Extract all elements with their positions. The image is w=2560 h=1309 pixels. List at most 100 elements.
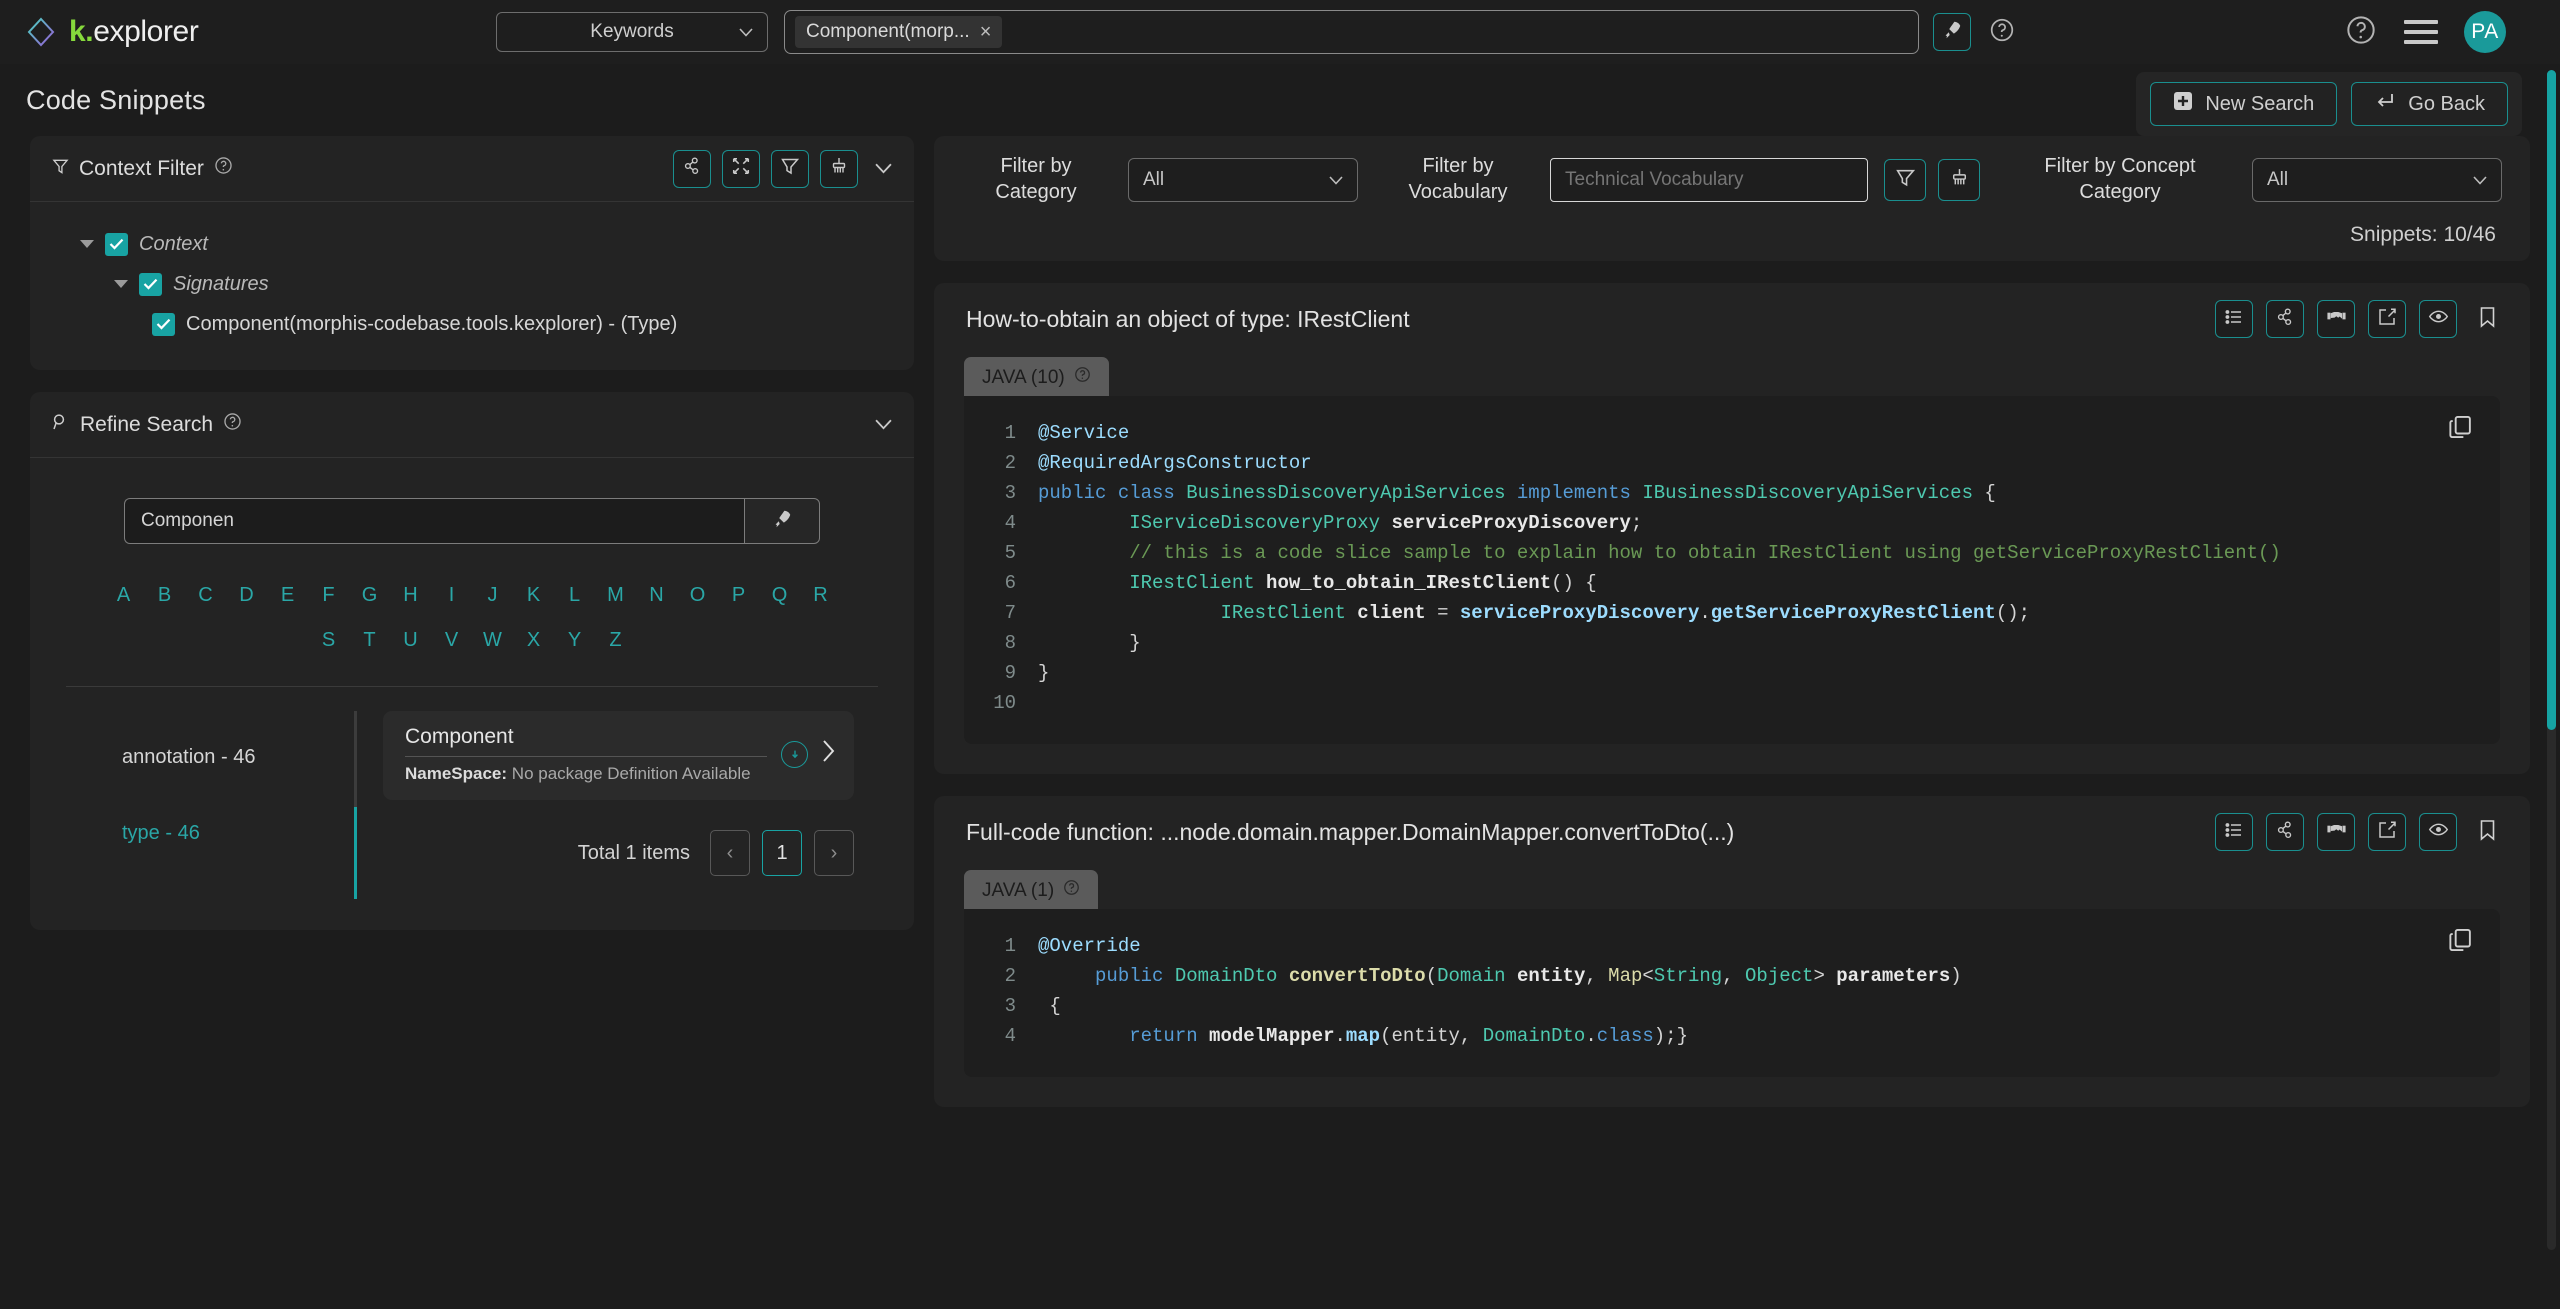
triangle-expand-icon[interactable] xyxy=(114,280,128,288)
copy-button[interactable] xyxy=(2448,927,2474,958)
line-number: 3 xyxy=(1004,482,1016,505)
search-chip[interactable]: Component(morp... × xyxy=(795,16,1003,48)
avatar[interactable]: PA xyxy=(2464,11,2506,53)
result-name: Component xyxy=(405,725,767,757)
tree-node-signatures[interactable]: Signatures xyxy=(52,264,892,304)
alphabet-letter-q[interactable]: Q xyxy=(759,584,800,607)
app-brand[interactable]: k.explorer xyxy=(26,15,496,49)
alphabet-letter-z[interactable]: Z xyxy=(595,629,636,652)
refine-results-area: annotation - 46 type - 46 Component Name… xyxy=(66,687,878,904)
edit-button[interactable] xyxy=(2368,300,2406,339)
facet-type[interactable]: type - 46 xyxy=(88,795,354,871)
bookmark-button[interactable] xyxy=(2470,815,2504,849)
handshake-button[interactable] xyxy=(2317,300,2355,339)
alphabet-letter-d[interactable]: D xyxy=(226,584,267,607)
checkbox-checked[interactable] xyxy=(105,232,128,256)
alphabet-letter-k[interactable]: K xyxy=(513,584,554,607)
alphabet-letter-a[interactable]: A xyxy=(103,584,144,607)
edit-button[interactable] xyxy=(2368,813,2406,852)
triangle-expand-icon[interactable] xyxy=(80,240,94,248)
snippet-header: How-to-obtain an object of type: IRestCl… xyxy=(934,283,2530,355)
rocket-search-button[interactable] xyxy=(1933,13,1971,51)
tree-node-component[interactable]: Component(morphis-codebase.tools.kexplor… xyxy=(52,304,892,344)
result-card[interactable]: Component NameSpace: No package Definiti… xyxy=(383,711,854,800)
filter-concept-category-label: Filter by Concept Category xyxy=(2044,155,2196,203)
alphabet-letter-v[interactable]: V xyxy=(431,629,472,652)
vocabulary-clear-button[interactable] xyxy=(1938,158,1980,201)
language-tab[interactable]: JAVA (10) xyxy=(964,357,1109,399)
help-circle-icon[interactable] xyxy=(214,156,233,181)
keyword-type-select[interactable]: Keywords xyxy=(496,12,768,52)
filter-category-select[interactable]: All xyxy=(1128,157,1358,202)
tree-node-context[interactable]: Context xyxy=(52,224,892,264)
eye-visibility-icon xyxy=(2428,306,2449,332)
info-circle-icon[interactable] xyxy=(781,741,808,768)
alphabet-letter-n[interactable]: N xyxy=(636,584,677,607)
alphabet-letter-f[interactable]: F xyxy=(308,584,349,607)
line-content: IServiceDiscoveryProxy serviceProxyDisco… xyxy=(1129,512,1643,535)
refine-search-input[interactable] xyxy=(124,498,744,544)
alphabet-letter-b[interactable]: B xyxy=(144,584,185,607)
help-button-2[interactable] xyxy=(2344,15,2378,49)
pagination-next[interactable]: › xyxy=(814,830,854,876)
visibility-button[interactable] xyxy=(2419,300,2457,339)
filter-concept-category-select[interactable]: All xyxy=(2252,157,2502,202)
pagination-prev[interactable]: ‹ xyxy=(710,830,750,876)
snippet-body: JAVA (10) 1 @Service 2 @RequiredArgsConstr… xyxy=(934,355,2530,774)
filter-button[interactable] xyxy=(771,149,809,188)
new-search-button[interactable]: New Search xyxy=(2150,82,2338,126)
go-back-button[interactable]: Go Back xyxy=(2351,82,2508,126)
alphabet-letter-r[interactable]: R xyxy=(800,584,841,607)
graph-nodes-button[interactable] xyxy=(2266,813,2304,852)
alphabet-letter-m[interactable]: M xyxy=(595,584,636,607)
page-scrollbar-thumb[interactable] xyxy=(2547,70,2556,730)
alphabet-letter-s[interactable]: S xyxy=(308,629,349,652)
chevron-right-icon[interactable] xyxy=(822,739,836,770)
list-view-button[interactable] xyxy=(2215,813,2253,852)
refine-search-go-button[interactable] xyxy=(744,498,820,544)
collapse-arrows-button[interactable] xyxy=(722,149,760,188)
alphabet-letter-i[interactable]: I xyxy=(431,584,472,607)
facet-annotation[interactable]: annotation - 46 xyxy=(88,719,354,795)
copy-button[interactable] xyxy=(2448,414,2474,445)
language-tab[interactable]: JAVA (1) xyxy=(964,870,1099,912)
graph-nodes-button[interactable] xyxy=(673,149,711,188)
clear-filter-button[interactable] xyxy=(820,149,858,188)
line-number: 9 xyxy=(1004,662,1016,685)
help-circle-icon[interactable] xyxy=(223,412,242,437)
alphabet-letter-t[interactable]: T xyxy=(349,629,390,652)
help-button-1[interactable] xyxy=(1985,15,2019,49)
bookmark-button[interactable] xyxy=(2470,302,2504,336)
checkbox-checked[interactable] xyxy=(152,312,175,336)
filter-vocabulary-input[interactable] xyxy=(1550,157,1868,202)
alphabet-letter-y[interactable]: Y xyxy=(554,629,595,652)
chevron-down-icon[interactable] xyxy=(869,413,892,436)
line-content: return modelMapper.map(entity, DomainDto… xyxy=(1129,1025,1688,1048)
alphabet-letter-c[interactable]: C xyxy=(185,584,226,607)
close-icon[interactable]: × xyxy=(980,22,992,42)
alphabet-letter-o[interactable]: O xyxy=(677,584,718,607)
search-input-bar[interactable]: Component(morp... × xyxy=(784,10,1919,54)
list-view-icon xyxy=(2224,307,2244,332)
visibility-button[interactable] xyxy=(2419,813,2457,852)
help-circle-icon[interactable] xyxy=(1063,879,1080,902)
checkbox-checked[interactable] xyxy=(139,272,162,296)
hamburger-menu-icon[interactable] xyxy=(2404,20,2438,44)
alphabet-letter-x[interactable]: X xyxy=(513,629,554,652)
list-view-button[interactable] xyxy=(2215,300,2253,339)
alphabet-letter-e[interactable]: E xyxy=(267,584,308,607)
chevron-down-icon[interactable] xyxy=(869,157,892,180)
alphabet-letter-p[interactable]: P xyxy=(718,584,759,607)
alphabet-letter-w[interactable]: W xyxy=(472,629,513,652)
handshake-button[interactable] xyxy=(2317,813,2355,852)
vocabulary-filter-button[interactable] xyxy=(1884,158,1926,201)
help-circle-icon[interactable] xyxy=(1074,366,1091,389)
alphabet-letter-u[interactable]: U xyxy=(390,629,431,652)
page-scrollbar[interactable] xyxy=(2547,70,2556,1250)
alphabet-letter-h[interactable]: H xyxy=(390,584,431,607)
alphabet-letter-j[interactable]: J xyxy=(472,584,513,607)
alphabet-letter-g[interactable]: G xyxy=(349,584,390,607)
graph-nodes-button[interactable] xyxy=(2266,300,2304,339)
pagination-page-1[interactable]: 1 xyxy=(762,830,802,876)
alphabet-letter-l[interactable]: L xyxy=(554,584,595,607)
